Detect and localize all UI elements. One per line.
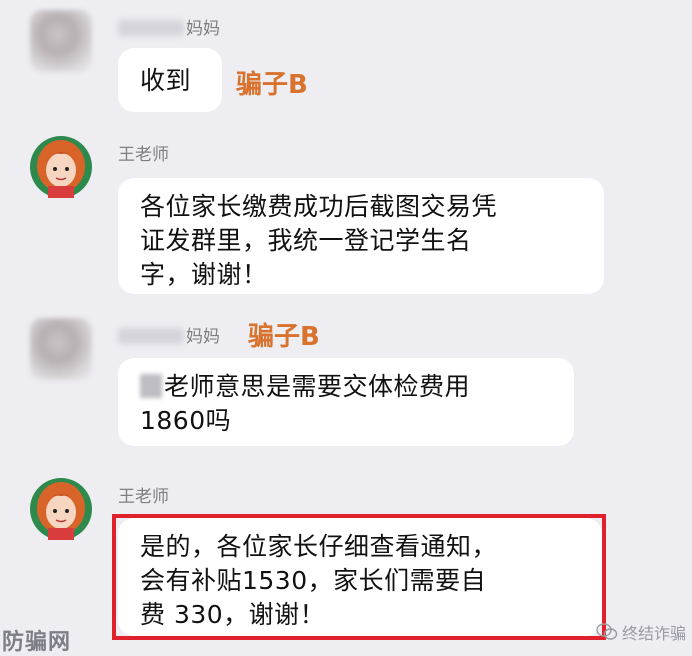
- redacted-name: [118, 20, 184, 36]
- watermark-text: 终结诈骗: [621, 624, 686, 643]
- message-text: 费 330，谢谢！: [140, 600, 326, 629]
- avatar[interactable]: [30, 136, 92, 198]
- message-bubble[interactable]: 老师意思是需要交体检费用 1860吗: [118, 358, 574, 446]
- sender-name: 王老师: [118, 487, 169, 507]
- redacted-text: [140, 374, 162, 398]
- message-text: 字，谢谢！: [140, 260, 268, 289]
- message-text: 会有补贴1530，家长们需要自: [140, 566, 487, 595]
- fraud-tag: 骗子B: [236, 70, 308, 100]
- sender-name: 妈妈: [118, 322, 220, 347]
- teacher-avatar-icon: [30, 136, 92, 198]
- avatar[interactable]: [30, 318, 92, 380]
- message-bubble[interactable]: 收到: [118, 48, 222, 112]
- teacher-avatar-icon: [30, 478, 92, 540]
- avatar[interactable]: [30, 478, 92, 540]
- message-text: 收到: [140, 66, 192, 95]
- message-text: 老师意思是需要交体检费用: [140, 370, 552, 404]
- sender-name: 妈妈: [118, 14, 220, 39]
- fraud-tag: 骗子B: [248, 322, 320, 352]
- message-bubble[interactable]: 各位家长缴费成功后截图交易凭 证发群里，我统一登记学生名 字，谢谢！: [118, 178, 604, 294]
- redacted-name: [118, 328, 184, 344]
- wechat-icon: [596, 623, 618, 640]
- message-bubble[interactable]: 是的，各位家长仔细查看通知， 会有补贴1530，家长们需要自 费 330，谢谢！: [118, 518, 602, 636]
- message-text: 1860吗: [140, 406, 232, 435]
- watermark-right: 终结诈骗: [596, 620, 686, 644]
- message-text: 各位家长缴费成功后截图交易凭: [140, 192, 498, 221]
- message-text: 是的，各位家长仔细查看通知，: [140, 532, 498, 561]
- message-text: 证发群里，我统一登记学生名: [140, 226, 472, 255]
- watermark-left: 防骗网: [2, 630, 72, 655]
- sender-name: 王老师: [118, 145, 169, 165]
- avatar[interactable]: [30, 10, 92, 72]
